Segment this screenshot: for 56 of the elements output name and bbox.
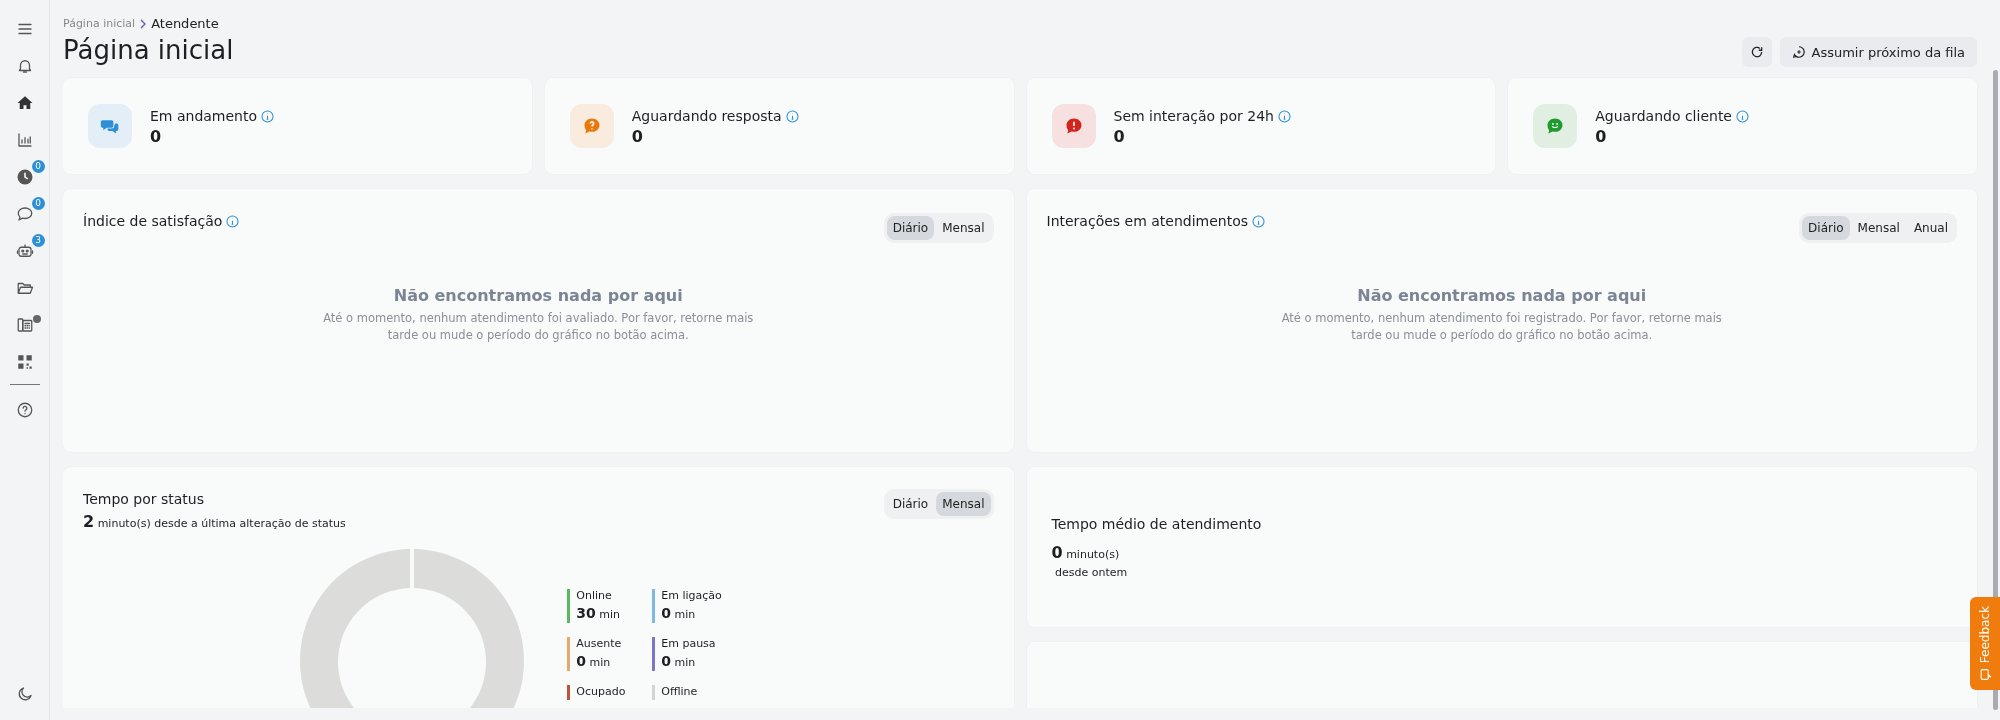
robot-button[interactable]: 3 <box>4 232 45 269</box>
legend-item: Ausente 0 min <box>567 637 653 671</box>
stat-label: Aguardando cliente <box>1595 107 1732 127</box>
legend-item: Em pausa 0 min <box>652 637 738 671</box>
empty-state-title: Não encontramos nada por aqui <box>1356 285 1648 308</box>
legend-item: Em ligação 0 min <box>652 589 738 624</box>
status-summary: 2 minuto(s) desde a última alteração de status <box>83 511 346 534</box>
clock-icon <box>15 167 34 186</box>
info-icon[interactable] <box>261 110 275 124</box>
card-title: Interações em atendimentos <box>1046 212 1249 232</box>
stat-label: Aguardando resposta <box>631 107 782 127</box>
empty-state-title: Não encontramos nada por aqui <box>392 285 684 308</box>
qr-code-icon <box>15 352 34 371</box>
stat-label: Em andamento <box>150 107 258 127</box>
empty-state-message: Até o momento, nenhum atendimento foi registrado. Por favor, retorne mais tarde ou mude o período do gráfico no botão acima. <box>1280 310 1723 344</box>
refresh-button[interactable] <box>1741 37 1772 68</box>
legend-item: Online 30 min <box>567 589 653 624</box>
period-option[interactable]: Anual <box>1907 216 1954 241</box>
speech-bubble-button[interactable]: 0 <box>4 195 45 232</box>
period-option[interactable]: Diário <box>1802 216 1850 241</box>
count-badge: 0 <box>31 197 45 210</box>
clock-button[interactable]: 0 <box>4 158 45 195</box>
info-icon[interactable] <box>1277 110 1291 124</box>
card-title: Tempo médio de atendimento <box>1051 514 1263 534</box>
stat-value: 0 <box>631 127 644 147</box>
average-time-note: desde ontem <box>1054 564 1129 581</box>
take-next-button[interactable]: Assumir próximo da fila <box>1779 37 1977 68</box>
stat-value: 0 <box>1113 127 1126 147</box>
info-icon[interactable] <box>785 110 799 124</box>
empty-state-message: Até o momento, nenhum atendimento foi avaliado. Por favor, retorne mais tarde ou mude o período do gráfico no botão acima. <box>322 310 755 344</box>
breadcrumb-current: Atendente <box>151 15 219 33</box>
speech-bubble-icon <box>15 204 34 223</box>
stat-label: Sem interação por 24h <box>1113 107 1274 127</box>
chevron-icon <box>139 18 148 29</box>
stat-value: 0 <box>1595 127 1608 147</box>
card-title: Tempo por status <box>83 490 205 510</box>
info-icon[interactable] <box>226 215 240 229</box>
desk-phone-icon <box>15 315 34 334</box>
legend-item: Offline <box>652 684 738 700</box>
period-option[interactable]: Mensal <box>936 492 991 517</box>
help-icon <box>15 400 34 419</box>
period-option[interactable]: Mensal <box>936 216 991 241</box>
period-option[interactable]: Mensal <box>1851 216 1906 241</box>
period-option[interactable]: Diário <box>886 492 935 517</box>
stat-value: 0 <box>150 127 163 147</box>
count-badge: 3 <box>31 234 45 247</box>
page-title: Página inicial <box>63 33 234 67</box>
legend-item: Ocupado <box>567 684 653 700</box>
count-badge: 0 <box>31 160 45 173</box>
period-option[interactable]: Diário <box>886 216 935 241</box>
card-title: Índice de satisfação <box>83 212 223 232</box>
feedback-icon <box>1978 668 1992 682</box>
info-icon[interactable] <box>1736 110 1749 124</box>
refresh-icon <box>1749 45 1764 60</box>
info-icon[interactable] <box>1252 215 1266 229</box>
average-time-value: 0 minuto(s) <box>1051 541 1121 564</box>
